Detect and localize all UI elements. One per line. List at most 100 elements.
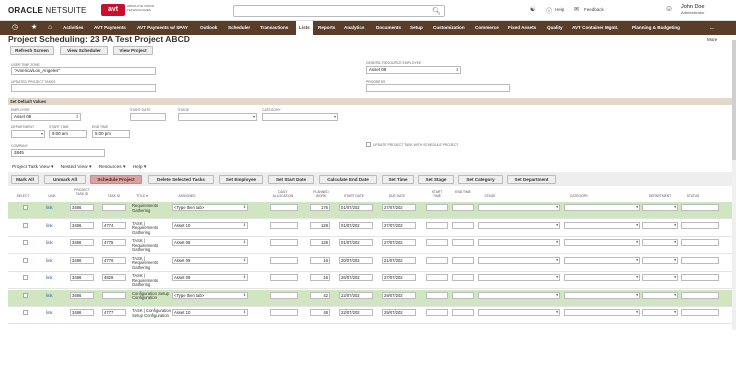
status-cell[interactable] [681, 256, 719, 264]
planned-work-cell[interactable]: 16 [310, 256, 330, 264]
planned-work-cell[interactable]: 42 [310, 291, 330, 299]
delete-selected-tasks-button[interactable]: Delete Selected Tasks [148, 175, 214, 184]
start-time-cell[interactable] [426, 309, 448, 316]
task-id-cell[interactable] [102, 291, 126, 299]
col-category[interactable]: CATEGORY [564, 194, 594, 199]
due-date-cell[interactable]: 21/07/202 [382, 256, 416, 264]
task-id-cell[interactable]: 4776 [102, 256, 126, 264]
nav-customization[interactable]: Customization [433, 21, 465, 35]
col-title[interactable]: TITLE ▾ [132, 194, 152, 199]
category-select[interactable]: ▾ [564, 274, 640, 281]
project-task-id-cell[interactable]: 3486 [70, 291, 94, 299]
department-select[interactable]: ▾ [642, 204, 678, 211]
due-date-cell[interactable]: 27/07/202 [382, 204, 416, 211]
set-category-button[interactable]: Set Category [458, 175, 503, 184]
nav-avt-payments-spay[interactable]: AVT Payments w/ SPAY [137, 21, 188, 35]
nav-scheduler[interactable]: Scheduler [228, 21, 250, 35]
start-date-cell[interactable]: 01/07/202 [339, 239, 373, 246]
start-date-cell[interactable]: 01/07/202 [339, 204, 373, 211]
assigned-select[interactable]: Asset 10 ⇕ [172, 221, 248, 229]
set-time-button[interactable]: Set Time [382, 175, 414, 184]
department-select[interactable]: ▾ [642, 256, 678, 264]
department-select[interactable]: ▾ [642, 309, 678, 316]
planned-work-cell[interactable]: 128 [310, 239, 330, 246]
more-link[interactable]: More [707, 37, 717, 42]
schedule-project-button[interactable]: Schedule Project [90, 175, 142, 184]
status-cell[interactable] [681, 239, 719, 246]
col-status[interactable]: STATUS [681, 194, 705, 199]
due-date-cell[interactable]: 29/07/202 [382, 291, 416, 299]
due-date-cell[interactable]: 27/07/202 [382, 221, 416, 229]
nav-avt-container-mgmt[interactable]: AVT Container Mgmt. [572, 21, 618, 35]
nav-commerce[interactable]: Commerce [475, 21, 499, 35]
col-start-date[interactable]: START DATE [339, 194, 369, 199]
start-time-cell[interactable] [426, 256, 448, 264]
stage-select[interactable]: ▾ [478, 309, 560, 316]
planned-work-cell[interactable]: 48 [310, 309, 330, 316]
stage-select[interactable]: ▾ [178, 113, 257, 121]
select-checkbox[interactable] [23, 310, 28, 315]
user-switch-icon[interactable]: ☯ [530, 6, 535, 13]
nav-fixed-assets[interactable]: Fixed Assets [508, 21, 536, 35]
start-time-cell[interactable] [426, 239, 448, 246]
stage-select[interactable]: ▾ [478, 274, 560, 281]
oracle-netsuite-logo[interactable]: ORACLE NETSUITE [8, 6, 87, 15]
select-checkbox[interactable] [23, 205, 28, 210]
nav-analytics[interactable]: Analytics [344, 21, 364, 35]
select-checkbox[interactable] [23, 222, 28, 228]
user-avatar-icon[interactable]: ☺ [665, 4, 673, 13]
daily-allocation-cell[interactable] [270, 274, 298, 281]
task-link[interactable]: link [46, 293, 53, 298]
project-task-id-cell[interactable]: 3486 [70, 256, 94, 264]
project-task-id-cell[interactable]: 3486 [70, 204, 94, 211]
user-menu[interactable]: John Doe Administrator [681, 4, 705, 16]
feedback-link[interactable]: Feedback [584, 7, 604, 12]
task-id-cell[interactable] [102, 204, 126, 211]
start-date-cell[interactable]: 26/07/202 [339, 274, 373, 281]
category-select[interactable]: ▾ [564, 256, 640, 264]
set-department-button[interactable]: Set Department [507, 175, 556, 184]
assigned-select[interactable]: Asset 10 ⇕ [172, 309, 248, 316]
department-select[interactable]: ▾ [642, 291, 678, 299]
stage-select[interactable]: ▾ [478, 256, 560, 264]
stage-select[interactable]: ▾ [478, 239, 560, 246]
due-date-cell[interactable]: 29/07/202 [382, 309, 416, 316]
col-due-date[interactable]: DUE DATE [382, 194, 412, 199]
daily-allocation-cell[interactable] [270, 239, 298, 246]
stage-select[interactable]: ▾ [478, 204, 560, 211]
end-time-cell[interactable] [452, 291, 474, 299]
help-link[interactable]: Help [555, 7, 564, 12]
end-time-cell[interactable] [452, 204, 474, 211]
nav-documents[interactable]: Documents [376, 21, 401, 35]
assigned-select[interactable]: Asset 09 ⇕ [172, 256, 248, 264]
project-task-id-cell[interactable]: 3486 [70, 239, 94, 246]
task-id-cell[interactable]: 4774 [102, 221, 126, 229]
col-assigned[interactable]: ASSIGNED [172, 194, 202, 199]
stage-select[interactable]: ▾ [478, 291, 560, 299]
assigned-select[interactable]: <Type then tab> ⇕ [172, 204, 248, 211]
task-link[interactable]: link [46, 240, 53, 245]
project-task-id-cell[interactable]: 3486 [70, 221, 94, 229]
nav-reports[interactable]: Reports [318, 21, 335, 35]
recent-records-icon[interactable]: ◷ [12, 21, 18, 35]
nav-setup[interactable]: Setup [410, 21, 423, 35]
task-link[interactable]: link [46, 258, 53, 263]
nav-transactions[interactable]: Transactions [260, 21, 288, 35]
nav-avt-payments[interactable]: AVT Payments [94, 21, 126, 35]
set-start-date-button[interactable]: Set Start Date [268, 175, 314, 184]
view-project-button[interactable]: View Project [113, 46, 153, 55]
start-time-cell[interactable] [426, 274, 448, 281]
select-checkbox[interactable] [23, 292, 28, 298]
col-start-time[interactable]: START TIME [428, 190, 446, 199]
department-select[interactable]: ▾ [11, 130, 45, 138]
category-select[interactable]: ▾ [564, 221, 640, 229]
end-time-field[interactable]: 5:00 pm [92, 130, 130, 138]
start-time-cell[interactable] [426, 291, 448, 299]
due-date-cell[interactable]: 27/07/202 [382, 239, 416, 246]
planned-work-cell[interactable]: 176 [310, 204, 330, 211]
project-task-id-cell[interactable]: 3486 [70, 274, 94, 281]
refresh-screen-button[interactable]: Refresh Screen [10, 46, 54, 55]
start-date-field[interactable] [130, 113, 166, 121]
set-stage-button[interactable]: Set Stage [418, 175, 454, 184]
end-time-cell[interactable] [452, 221, 474, 229]
